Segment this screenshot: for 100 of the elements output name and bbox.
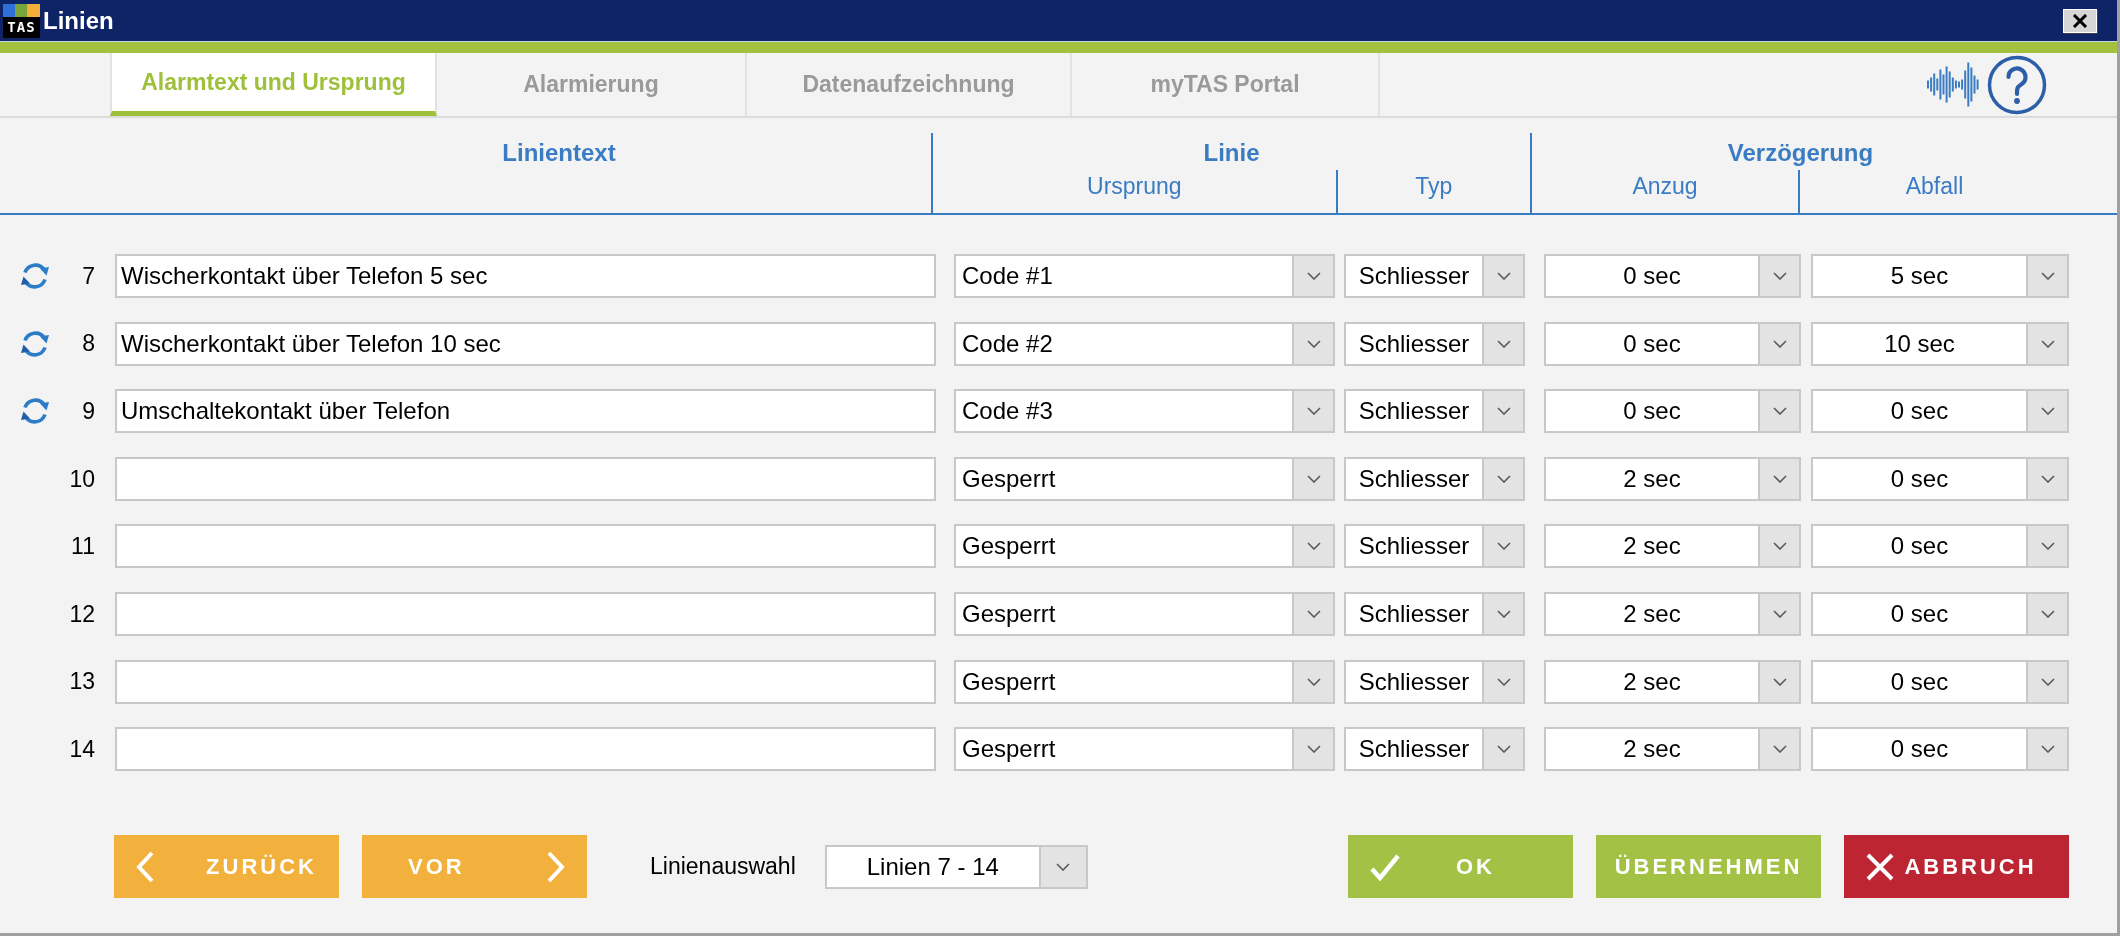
pickup-delay-dropdown[interactable]: 2 sec <box>1544 659 1801 704</box>
pickup-delay-dropdown[interactable]: 0 sec <box>1544 321 1801 366</box>
dropout-delay-dropdown[interactable]: 0 sec <box>1811 659 2069 704</box>
line-text-field[interactable] <box>115 727 936 772</box>
line-text-field[interactable] <box>115 524 936 569</box>
type-dropdown[interactable]: Schliesser <box>1344 321 1525 366</box>
chevron-right-icon <box>547 850 565 883</box>
column-header: Anzug <box>1632 173 1698 199</box>
dropout-delay-dropdown[interactable]: 0 sec <box>1811 456 2069 501</box>
row-number: 7 <box>81 261 95 291</box>
type-dropdown[interactable]: Schliesser <box>1344 727 1525 772</box>
origin-dropdown[interactable]: Gesperrt <box>954 456 1335 501</box>
dropout-delay-dropdown[interactable]: 10 sec <box>1811 321 2069 366</box>
dropdown-toggle[interactable] <box>1758 323 1799 364</box>
dropout-delay-dropdown[interactable]: 5 sec <box>1811 254 2069 298</box>
dropdown-toggle[interactable] <box>1482 458 1523 499</box>
chevron-down-icon <box>1496 272 1511 280</box>
chevron-down-icon <box>1772 339 1787 348</box>
chevron-down-icon <box>1496 745 1511 754</box>
dropdown-toggle[interactable] <box>2026 593 2067 634</box>
dropdown-toggle[interactable] <box>1482 729 1523 770</box>
dropdown-toggle[interactable] <box>1292 391 1333 432</box>
type-dropdown[interactable]: Schliesser <box>1344 456 1525 501</box>
dropdown-toggle[interactable] <box>1758 256 1799 296</box>
pickup-delay-dropdown[interactable]: 0 sec <box>1544 389 1801 434</box>
dropdown-toggle[interactable] <box>1292 458 1333 499</box>
chevron-down-icon <box>2040 407 2055 416</box>
dropdown-toggle[interactable] <box>1292 729 1333 770</box>
row-number: 10 <box>68 464 95 494</box>
dropout-delay-dropdown[interactable]: 0 sec <box>1811 591 2069 636</box>
dropdown-toggle[interactable] <box>2026 256 2067 296</box>
dropdown-toggle[interactable] <box>1292 593 1333 634</box>
chevron-down-icon <box>1496 474 1511 483</box>
dropdown-toggle[interactable] <box>1758 391 1799 432</box>
column-header: Linientext <box>502 139 616 166</box>
dropout-delay-dropdown[interactable]: 0 sec <box>1811 389 2069 434</box>
sync-icon[interactable] <box>19 260 51 292</box>
waveform-icon[interactable] <box>1927 61 1980 108</box>
origin-dropdown[interactable]: Code #1 <box>954 254 1335 298</box>
chevron-down-icon <box>1772 407 1787 416</box>
dropdown-toggle[interactable] <box>1482 256 1523 296</box>
origin-dropdown[interactable]: Gesperrt <box>954 727 1335 772</box>
dropdown-toggle[interactable] <box>1758 593 1799 634</box>
dropdown-toggle[interactable] <box>2026 391 2067 432</box>
origin-dropdown[interactable]: Code #2 <box>954 321 1335 366</box>
line-text-field[interactable]: Wischerkontakt über Telefon 10 sec <box>115 321 936 366</box>
column-group-header: Verzögerung <box>1727 139 1874 166</box>
close-icon <box>2072 13 2088 28</box>
origin-dropdown[interactable]: Gesperrt <box>954 524 1335 569</box>
dropdown-toggle[interactable] <box>1758 729 1799 770</box>
pickup-delay-dropdown[interactable]: 2 sec <box>1544 591 1801 636</box>
line-text-field[interactable] <box>115 456 936 501</box>
dropdown-toggle[interactable] <box>1292 323 1333 364</box>
pickup-delay-dropdown[interactable]: 2 sec <box>1544 456 1801 501</box>
help-icon[interactable] <box>1987 54 2047 115</box>
pickup-delay-dropdown[interactable]: 2 sec <box>1544 727 1801 772</box>
column-header: Abfall <box>1905 173 1964 199</box>
line-range-dropdown[interactable]: Linien 7 - 14 <box>824 844 1088 889</box>
type-dropdown[interactable]: Schliesser <box>1344 659 1525 704</box>
dropdown-toggle[interactable] <box>1482 391 1523 432</box>
origin-dropdown[interactable]: Gesperrt <box>954 591 1335 636</box>
close-button[interactable] <box>2063 8 2097 33</box>
dropdown-toggle[interactable] <box>1292 256 1333 296</box>
origin-dropdown[interactable]: Gesperrt <box>954 659 1335 704</box>
dropdown-toggle[interactable] <box>2026 661 2067 702</box>
line-text-field[interactable]: Wischerkontakt über Telefon 5 sec <box>115 254 936 298</box>
dropdown-toggle[interactable] <box>2026 323 2067 364</box>
dropout-delay-dropdown[interactable]: 0 sec <box>1811 727 2069 772</box>
pickup-delay-dropdown[interactable]: 0 sec <box>1544 254 1801 298</box>
dropdown-toggle[interactable] <box>1482 526 1523 567</box>
type-dropdown[interactable]: Schliesser <box>1344 389 1525 434</box>
dropdown-toggle[interactable] <box>1758 458 1799 499</box>
dropdown-toggle[interactable] <box>1758 661 1799 702</box>
type-dropdown[interactable]: Schliesser <box>1344 254 1525 298</box>
line-text-field[interactable] <box>115 659 936 704</box>
line-text-field[interactable] <box>115 591 936 636</box>
dropdown-toggle[interactable] <box>1292 526 1333 567</box>
pickup-delay-dropdown[interactable]: 2 sec <box>1544 524 1801 569</box>
chevron-down-icon <box>2040 272 2055 280</box>
chevron-down-icon <box>2040 542 2055 551</box>
column-header: Ursprung <box>1087 173 1182 199</box>
type-dropdown[interactable]: Schliesser <box>1344 524 1525 569</box>
dropdown-toggle[interactable] <box>2026 526 2067 567</box>
dropdown-toggle[interactable] <box>2026 729 2067 770</box>
dropdown-toggle[interactable] <box>1758 526 1799 567</box>
dropdown-toggle[interactable] <box>1038 846 1086 887</box>
line-text-field[interactable]: Umschaltekontakt über Telefon <box>115 389 936 434</box>
dropdown-toggle[interactable] <box>1482 661 1523 702</box>
type-dropdown[interactable]: Schliesser <box>1344 591 1525 636</box>
dropdown-toggle[interactable] <box>2026 458 2067 499</box>
column-group-header: Linie <box>1203 139 1260 166</box>
dropdown-toggle[interactable] <box>1482 593 1523 634</box>
origin-dropdown[interactable]: Code #3 <box>954 389 1335 434</box>
cancel-button[interactable]: ABBRUCH <box>1844 835 2069 899</box>
row-number: 8 <box>81 329 95 359</box>
dropout-delay-dropdown[interactable]: 0 sec <box>1811 524 2069 569</box>
chevron-down-icon <box>1772 272 1787 280</box>
chevron-down-icon <box>2040 339 2055 348</box>
dropdown-toggle[interactable] <box>1482 323 1523 364</box>
dropdown-toggle[interactable] <box>1292 661 1333 702</box>
